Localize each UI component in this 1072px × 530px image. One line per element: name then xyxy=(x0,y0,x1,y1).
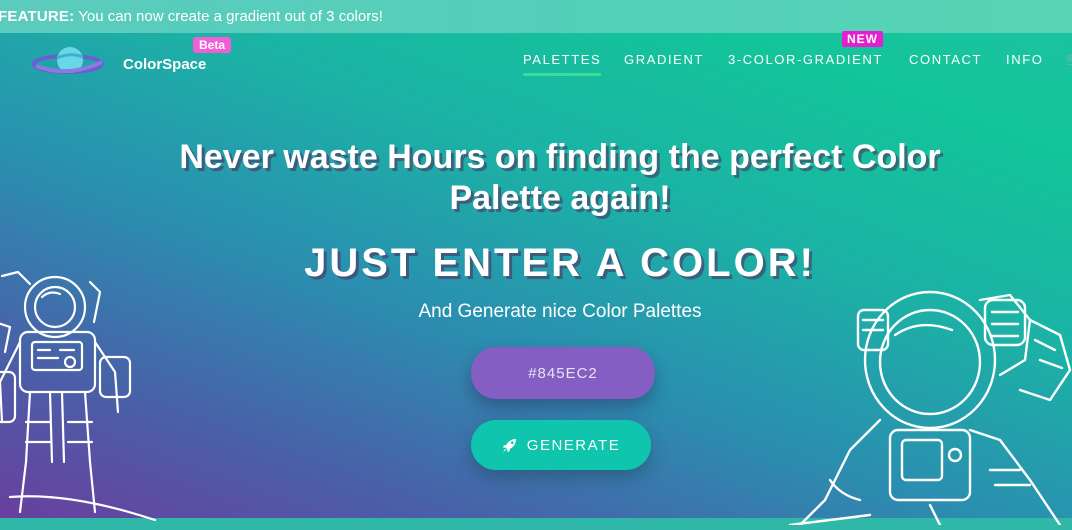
announcement-text: You can now create a gradient out of 3 c… xyxy=(74,8,383,25)
color-input[interactable] xyxy=(471,347,655,399)
announcement-prefix: FEATURE: xyxy=(0,8,75,25)
new-badge: NEW xyxy=(842,31,883,47)
generate-label: GENERATE xyxy=(526,436,621,454)
generate-button[interactable]: GENERATE xyxy=(471,420,651,470)
hero-title-line2: Palette again! xyxy=(449,179,671,217)
rocket-icon xyxy=(502,438,516,452)
nav-info[interactable]: INFO xyxy=(1006,52,1043,67)
nav-gradient[interactable]: GRADIENT xyxy=(624,52,704,67)
beta-badge: Beta xyxy=(193,37,232,53)
astronaut-right-illustration xyxy=(730,280,1072,527)
brand-name: ColorSpace xyxy=(123,56,207,73)
planet-icon xyxy=(32,47,104,74)
feature-announcement-bar: FEATURE: You can now create a gradient o… xyxy=(0,0,1072,33)
hero-title-line1: Never waste Hours on finding the perfect… xyxy=(179,138,941,176)
hero-title: Never waste Hours on finding the perfect… xyxy=(90,137,1030,219)
cart-icon[interactable]: 🛒 xyxy=(1066,51,1072,65)
nav-3-color-gradient[interactable]: 3-COLOR-GRADIENT xyxy=(728,52,883,67)
nav-contact[interactable]: CONTACT xyxy=(909,52,982,67)
nav-palettes[interactable]: PALETTES xyxy=(523,52,602,76)
astronaut-left-illustration xyxy=(0,262,160,522)
